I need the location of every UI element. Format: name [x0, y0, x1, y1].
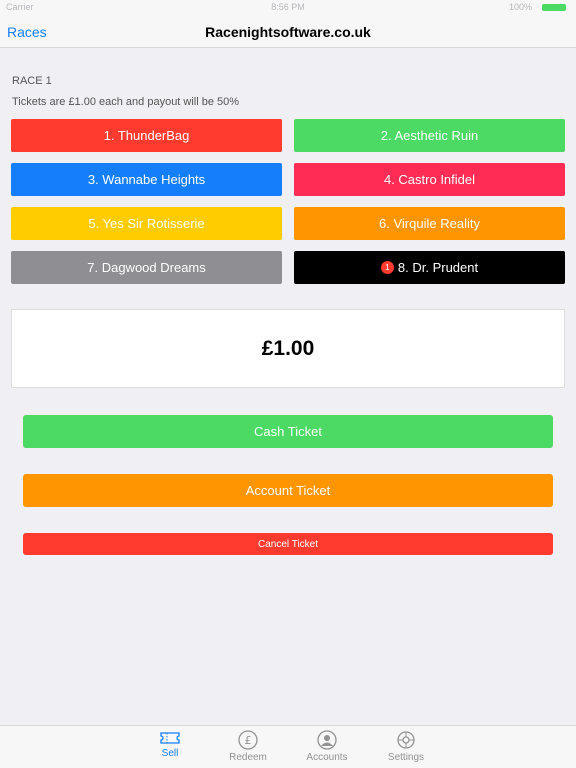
- tab-accounts[interactable]: Accounts: [297, 729, 357, 767]
- horse-button-5[interactable]: 5. Yes Sir Rotisserie: [11, 207, 282, 240]
- price-display: £1.00: [11, 309, 565, 388]
- tab-sell[interactable]: Sell: [140, 729, 200, 767]
- ticket-count-badge: 1: [380, 261, 394, 274]
- gear-icon: [397, 731, 415, 749]
- horse-button-4[interactable]: 4. Castro Infidel: [294, 163, 565, 196]
- race-header: RACE 1: [12, 75, 52, 87]
- horse-label: 7. Dagwood Dreams: [87, 260, 206, 275]
- navigation-bar: Races Racenightsoftware.co.uk: [0, 14, 576, 48]
- cash-ticket-button[interactable]: Cash Ticket: [23, 415, 553, 448]
- battery-icon: [542, 4, 566, 11]
- tab-label: Redeem: [229, 752, 267, 763]
- horse-label: 4. Castro Infidel: [383, 172, 476, 187]
- ticket-price: £1.00: [261, 336, 315, 360]
- horse-label: 1. ThunderBag: [103, 128, 190, 143]
- tab-label: Sell: [161, 748, 179, 759]
- tab-label: Settings: [387, 752, 425, 763]
- account-ticket-button[interactable]: Account Ticket: [23, 474, 553, 507]
- tab-settings[interactable]: Settings: [376, 729, 436, 767]
- horse-button-8[interactable]: 1 8. Dr. Prudent: [294, 251, 565, 284]
- horse-label: 8. Dr. Prudent: [397, 260, 479, 275]
- status-bar: Carrier 8:56 PM 100%: [0, 0, 576, 14]
- tab-bar: Sell £ Redeem Accounts Settings: [0, 725, 576, 768]
- status-time: 8:56 PM: [271, 2, 305, 12]
- cancel-ticket-button[interactable]: Cancel Ticket: [23, 533, 553, 555]
- horse-label: 5. Yes Sir Rotisserie: [88, 216, 205, 231]
- battery-percentage: 100%: [508, 2, 532, 12]
- horse-button-7[interactable]: 7. Dagwood Dreams: [11, 251, 282, 284]
- horse-button-3[interactable]: 3. Wannabe Heights: [11, 163, 282, 196]
- accounts-icon: [317, 730, 337, 750]
- horse-label: 2. Aesthetic Ruin: [380, 128, 479, 143]
- horse-button-1[interactable]: 1. ThunderBag: [11, 119, 282, 152]
- ticket-icon: [160, 732, 180, 744]
- svg-text:£: £: [245, 734, 252, 747]
- tab-label: Accounts: [306, 752, 348, 763]
- horse-button-2[interactable]: 2. Aesthetic Ruin: [294, 119, 565, 152]
- pound-coin-icon: £: [238, 730, 258, 750]
- horse-label: 3. Wannabe Heights: [87, 172, 206, 187]
- horse-button-6[interactable]: 6. Virquile Reality: [294, 207, 565, 240]
- page-title: Racenightsoftware.co.uk: [205, 24, 371, 40]
- race-info: Tickets are £1.00 each and payout will b…: [12, 96, 240, 108]
- horse-label: 6. Virquile Reality: [379, 216, 480, 231]
- horse-grid: 1. ThunderBag 2. Aesthetic Ruin 3. Wanna…: [11, 119, 565, 284]
- tab-redeem[interactable]: £ Redeem: [218, 729, 278, 767]
